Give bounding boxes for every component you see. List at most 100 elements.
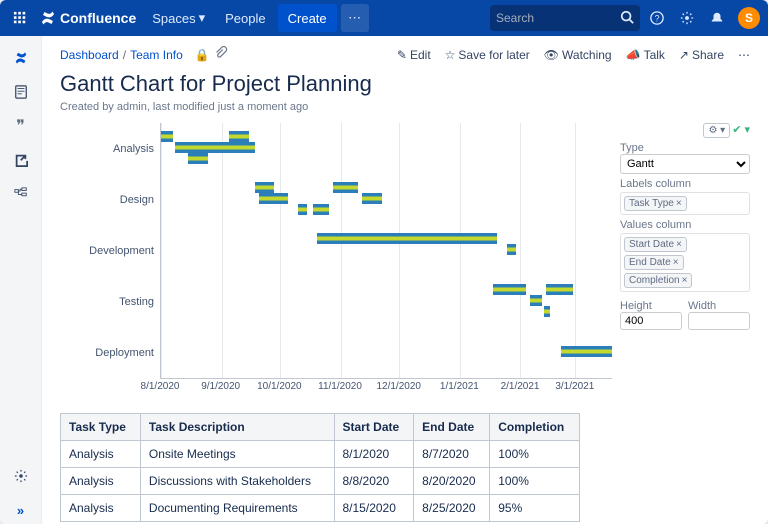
type-select[interactable]: Gantt	[620, 154, 750, 174]
search-box[interactable]	[490, 5, 640, 31]
gantt-bar[interactable]	[317, 233, 497, 244]
share-button[interactable]: ↗Share	[679, 48, 724, 62]
confluence-logo[interactable]: Confluence	[36, 10, 140, 26]
tag-end-date[interactable]: End Date×	[624, 255, 684, 270]
gantt-bar[interactable]	[298, 204, 308, 215]
panel-gear-icon[interactable]: ⚙ ▾	[703, 123, 730, 138]
rail-quote-icon[interactable]: ❞	[7, 112, 35, 140]
height-label: Height	[620, 300, 682, 312]
help-icon[interactable]: ?	[644, 5, 670, 31]
gantt-bar[interactable]	[175, 142, 198, 153]
remove-tag-icon: ×	[673, 257, 679, 268]
gantt-bar[interactable]	[362, 193, 382, 204]
chevron-down-icon: ▾	[199, 10, 206, 26]
page-title: Gantt Chart for Project Planning	[60, 71, 750, 97]
topbar: Confluence Spaces▾ People Create ⋯ ? S	[0, 0, 768, 36]
gantt-bar[interactable]	[493, 284, 526, 295]
table-cell: 100%	[490, 468, 580, 495]
gantt-bar[interactable]	[546, 284, 573, 295]
y-axis-label: Deployment	[60, 347, 154, 359]
y-axis-label: Development	[60, 245, 154, 257]
labels-col-box[interactable]: Task Type×	[620, 192, 750, 215]
x-axis-label: 9/1/2020	[201, 381, 240, 392]
type-label: Type	[620, 142, 750, 154]
table-cell: Discussions with Stakeholders	[140, 468, 334, 495]
gantt-bar[interactable]	[188, 153, 208, 164]
gantt-bar[interactable]	[544, 306, 550, 317]
rail-share-icon[interactable]	[7, 146, 35, 174]
search-icon[interactable]	[620, 10, 634, 27]
rail-settings-icon[interactable]	[7, 462, 35, 490]
svg-text:?: ?	[655, 14, 660, 24]
save-for-later-button[interactable]: ☆Save for later	[445, 48, 530, 62]
x-axis-label: 8/1/2020	[141, 381, 180, 392]
user-avatar[interactable]: S	[738, 7, 760, 29]
height-input[interactable]	[620, 312, 682, 330]
table-cell: 8/25/2020	[414, 495, 490, 522]
pencil-icon: ✎	[397, 48, 407, 62]
x-axis-label: 11/1/2020	[318, 381, 362, 392]
more-actions-icon[interactable]: ⋯	[738, 48, 750, 62]
table-header: Start Date	[334, 414, 414, 441]
table-cell: Onsite Meetings	[140, 441, 334, 468]
gantt-bar[interactable]	[333, 182, 358, 193]
rail-tree-icon[interactable]	[7, 180, 35, 208]
table-header: Task Description	[140, 414, 334, 441]
table-cell: 8/8/2020	[334, 468, 414, 495]
settings-icon[interactable]	[674, 5, 700, 31]
megaphone-icon: 📣	[626, 48, 641, 62]
share-icon: ↗	[679, 48, 689, 62]
x-axis-label: 3/1/2021	[555, 381, 594, 392]
breadcrumb-dashboard[interactable]: Dashboard	[60, 48, 119, 62]
notifications-icon[interactable]	[704, 5, 730, 31]
table-cell: 8/20/2020	[414, 468, 490, 495]
nav-people[interactable]: People	[217, 4, 273, 32]
gantt-bar[interactable]	[259, 193, 288, 204]
breadcrumb-team[interactable]: Team Info	[130, 48, 183, 62]
tag-start-date[interactable]: Start Date×	[624, 237, 687, 252]
labels-col-label: Labels column	[620, 178, 750, 190]
y-axis-label: Analysis	[60, 143, 154, 155]
rail-page-icon[interactable]	[7, 78, 35, 106]
x-axis-label: 1/1/2021	[440, 381, 479, 392]
nav-spaces[interactable]: Spaces▾	[144, 4, 213, 32]
panel-check-icon[interactable]: ✔ ▾	[732, 123, 750, 138]
table-header: Completion	[490, 414, 580, 441]
tag-completion[interactable]: Completion×	[624, 273, 692, 288]
y-axis-label: Testing	[60, 296, 154, 308]
more-nav-icon[interactable]: ⋯	[341, 4, 369, 32]
star-icon: ☆	[445, 48, 456, 62]
gantt-bar[interactable]	[198, 142, 255, 153]
gantt-chart: AnalysisDesignDevelopmentTestingDeployme…	[60, 123, 612, 403]
gantt-bar[interactable]	[313, 204, 329, 215]
gantt-bar[interactable]	[561, 346, 612, 357]
values-col-label: Values column	[620, 219, 750, 231]
page-byline: Created by admin, last modified just a m…	[60, 101, 750, 113]
table-cell: 95%	[490, 495, 580, 522]
rail-expand-icon[interactable]: »	[7, 496, 35, 524]
watching-button[interactable]: 👁Watching	[544, 48, 612, 62]
x-axis-label: 10/1/2020	[257, 381, 302, 392]
talk-button[interactable]: 📣Talk	[626, 48, 665, 62]
edit-button[interactable]: ✎Edit	[397, 48, 431, 62]
gantt-bar[interactable]	[255, 182, 275, 193]
gantt-bar[interactable]	[530, 295, 542, 306]
table-cell: Analysis	[61, 495, 141, 522]
width-input[interactable]	[688, 312, 750, 330]
create-button[interactable]: Create	[278, 4, 337, 32]
tag-task-type[interactable]: Task Type×	[624, 196, 687, 211]
gantt-bar[interactable]	[507, 244, 517, 255]
table-cell: 8/7/2020	[414, 441, 490, 468]
breadcrumb: Dashboard / Team Info 🔒	[60, 46, 228, 63]
attachment-icon	[214, 46, 228, 63]
page-actions: ✎Edit ☆Save for later 👁Watching 📣Talk ↗S…	[397, 48, 750, 62]
eye-icon: 👁	[544, 48, 559, 62]
gantt-bar[interactable]	[229, 131, 249, 142]
table-header: End Date	[414, 414, 490, 441]
app-switcher-icon[interactable]	[8, 6, 32, 30]
rail-logo-icon[interactable]	[7, 44, 35, 72]
search-input[interactable]	[496, 11, 620, 25]
values-col-box[interactable]: Start Date× End Date× Completion×	[620, 233, 750, 292]
lock-icon: 🔒	[195, 48, 210, 62]
gantt-bar[interactable]	[161, 131, 173, 142]
